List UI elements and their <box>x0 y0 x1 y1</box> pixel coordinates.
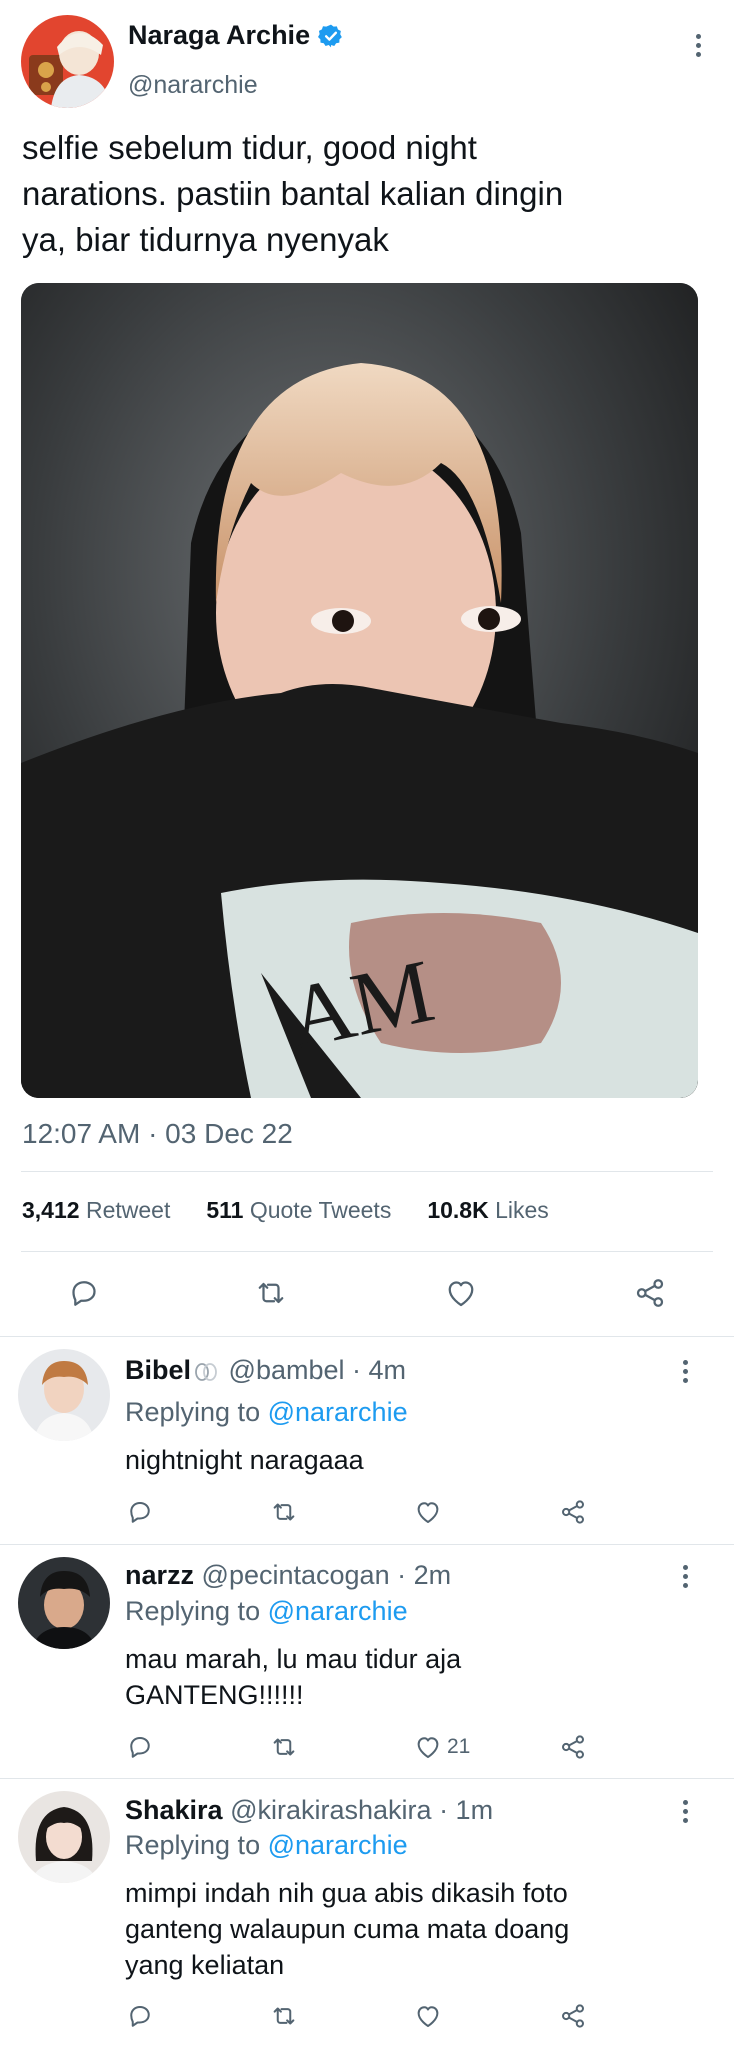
reply-text: mau marah, lu mau tidur aja GANTENG!!!!!… <box>125 1641 461 1713</box>
tweet-stats: 3,412 Retweet 511 Quote Tweets 10.8K Lik… <box>22 1197 549 1224</box>
more-options-icon[interactable] <box>673 1796 697 1826</box>
reply-author-name[interactable]: Shakira <box>125 1795 223 1825</box>
tweet-text-line: selfie sebelum tidur, good night <box>22 129 477 166</box>
reply-text-line: yang keliatan <box>125 1950 285 1980</box>
reply-text-line: nightnight naragaaa <box>125 1445 364 1475</box>
quote-label: Quote Tweets <box>249 1197 392 1223</box>
reply-action-bar <box>0 2001 734 2035</box>
reply-action-bar: 21 <box>0 1732 734 1766</box>
more-options-icon[interactable] <box>673 1561 697 1591</box>
replying-to-label: Replying to <box>125 1397 261 1427</box>
retweet-stat[interactable]: 3,412 Retweet <box>22 1197 170 1224</box>
like-button[interactable]: 21 <box>413 1732 470 1762</box>
replying-to-label: Replying to <box>125 1596 261 1626</box>
reply-text-line: mimpi indah nih gua abis dikasih foto <box>125 1878 568 1908</box>
retweet-icon[interactable] <box>268 1497 300 1527</box>
more-options-icon[interactable] <box>673 1356 697 1386</box>
reply-icon[interactable] <box>125 1497 155 1527</box>
tweet-action-bar <box>0 1270 734 1316</box>
reply-icon[interactable] <box>125 2001 155 2031</box>
more-options-icon[interactable] <box>686 30 710 60</box>
retweet-label: Retweet <box>85 1197 171 1223</box>
reply-handle[interactable]: @pecintacogan <box>202 1560 390 1590</box>
author-handle[interactable]: @nararchie <box>128 71 258 100</box>
like-count: 21 <box>447 1735 471 1758</box>
share-icon[interactable] <box>558 1732 588 1762</box>
author-avatar[interactable] <box>21 15 114 108</box>
likes-stat[interactable]: 10.8K Likes <box>427 1197 548 1224</box>
tweet-text-line: narations. pastiin bantal kalian dingin <box>22 175 564 212</box>
share-icon[interactable] <box>558 2001 588 2031</box>
like-icon[interactable] <box>413 1497 443 1527</box>
like-icon <box>413 1732 443 1762</box>
share-icon[interactable] <box>558 1497 588 1527</box>
retweet-count: 3,412 <box>22 1197 80 1223</box>
replying-to-link[interactable]: @nararchie <box>268 1830 408 1860</box>
share-icon[interactable] <box>632 1275 668 1311</box>
tweet-text: selfie sebelum tidur, good night naratio… <box>22 125 563 263</box>
divider <box>0 1778 734 1779</box>
reply-time: · 4m <box>352 1355 407 1385</box>
quote-stat[interactable]: 511 Quote Tweets <box>206 1197 391 1224</box>
likes-label: Likes <box>495 1197 549 1223</box>
reply-icon[interactable] <box>66 1275 102 1311</box>
quote-count: 511 <box>206 1197 244 1223</box>
like-icon[interactable] <box>413 2001 443 2031</box>
like-icon[interactable] <box>443 1275 479 1311</box>
reply-time: · 2m <box>397 1560 452 1590</box>
divider <box>0 1544 734 1545</box>
author-name[interactable]: Naraga Archie <box>128 20 310 51</box>
divider <box>21 1251 713 1252</box>
replying-to-label: Replying to <box>125 1830 261 1860</box>
reply-action-bar <box>0 1497 734 1531</box>
reply-icon[interactable] <box>125 1732 155 1762</box>
reply-text-line: ganteng walaupun cuma mata doang <box>125 1914 570 1944</box>
reply-avatar[interactable] <box>18 1557 110 1649</box>
reply-handle[interactable]: @bambel <box>229 1355 345 1385</box>
divider <box>21 1171 713 1172</box>
replying-to-link[interactable]: @nararchie <box>268 1596 408 1626</box>
reply-text-line: mau marah, lu mau tidur aja <box>125 1644 462 1674</box>
link-emoji-icon <box>193 1361 219 1383</box>
reply-text: mimpi indah nih gua abis dikasih foto ga… <box>125 1875 569 1983</box>
retweet-icon[interactable] <box>268 2001 300 2031</box>
likes-count: 10.8K <box>427 1197 489 1223</box>
retweet-icon[interactable] <box>252 1275 290 1311</box>
replying-to-link[interactable]: @nararchie <box>268 1397 408 1427</box>
reply-text-line: GANTENG!!!!!! <box>125 1680 304 1710</box>
reply-avatar[interactable] <box>18 1791 110 1883</box>
tweet-text-line: ya, biar tidurnya nyenyak <box>22 221 389 258</box>
reply-avatar[interactable] <box>18 1349 110 1441</box>
reply-author-name[interactable]: Bibel <box>125 1355 191 1385</box>
reply-author-name[interactable]: narzz <box>125 1560 194 1590</box>
reply-time: · 1m <box>439 1795 494 1825</box>
tweet-media-image[interactable]: AM <box>21 283 698 1098</box>
verified-badge-icon <box>318 23 344 49</box>
retweet-icon[interactable] <box>268 1732 300 1762</box>
divider <box>0 1336 734 1337</box>
reply-handle[interactable]: @kirakirashakira <box>230 1795 431 1825</box>
reply-text: nightnight naragaaa <box>125 1442 364 1478</box>
tweet-timestamp[interactable]: 12:07 AM · 03 Dec 22 <box>22 1118 293 1150</box>
